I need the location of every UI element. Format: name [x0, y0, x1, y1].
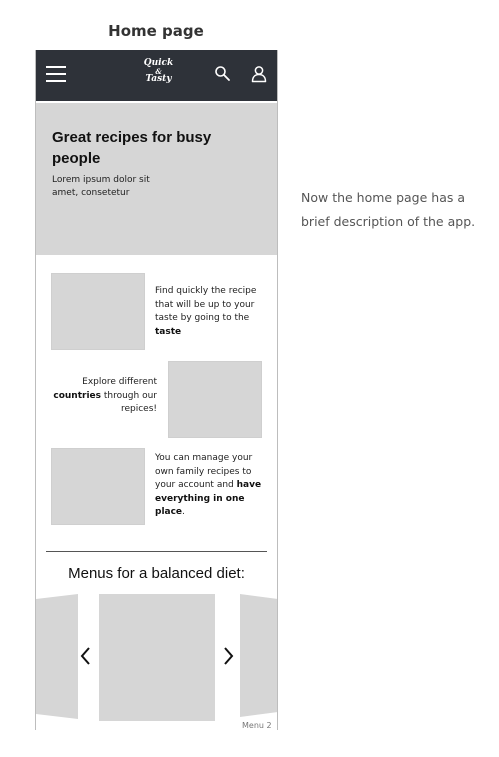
- carousel-next-card[interactable]: [240, 594, 277, 717]
- menus-section-title: Menus for a balanced diet:: [68, 565, 245, 582]
- feature-text-run: through our repices!: [101, 390, 157, 415]
- feature-image-countries: [168, 361, 262, 438]
- feature-text-family: You can manage your own family recipes t…: [155, 452, 265, 520]
- feature-text-countries: Explore different countries through our …: [50, 376, 157, 417]
- feature-emphasis: taste: [155, 326, 182, 337]
- app-logo[interactable]: Quick & Tasty: [136, 59, 181, 84]
- feature-text-run: Explore different: [82, 377, 157, 387]
- carousel-current-card[interactable]: [99, 594, 215, 721]
- feature-emphasis: countries: [53, 390, 101, 401]
- hero-title: Great recipes for busy people: [52, 129, 212, 167]
- annotation-note: Now the home page has a brief descriptio…: [301, 190, 476, 229]
- chevron-left-icon[interactable]: [78, 644, 94, 668]
- search-icon[interactable]: [214, 65, 232, 83]
- menu-next-label: Menu 2: [242, 721, 272, 730]
- feature-image-family: [51, 448, 145, 525]
- hero-banner: Great recipes for busy people Lorem ipsu…: [36, 103, 277, 255]
- hero-subtitle: Lorem ipsum dolor sit amet, consetetur: [52, 175, 150, 198]
- feature-image-taste: [51, 273, 145, 350]
- top-bar: Quick & Tasty: [36, 50, 277, 101]
- feature-text-run: Find quickly the recipe that will be up …: [155, 286, 257, 323]
- feature-text-run: .: [182, 507, 185, 517]
- chevron-right-icon[interactable]: [220, 644, 236, 668]
- page-label: Home page: [108, 22, 204, 40]
- phone-frame: Quick & Tasty Great recipes for busy peo…: [35, 50, 278, 730]
- feature-text-taste: Find quickly the recipe that will be up …: [155, 285, 265, 339]
- carousel-prev-card[interactable]: [36, 594, 78, 719]
- hamburger-icon[interactable]: [46, 65, 66, 83]
- user-icon[interactable]: [250, 65, 268, 83]
- section-divider: [46, 551, 267, 552]
